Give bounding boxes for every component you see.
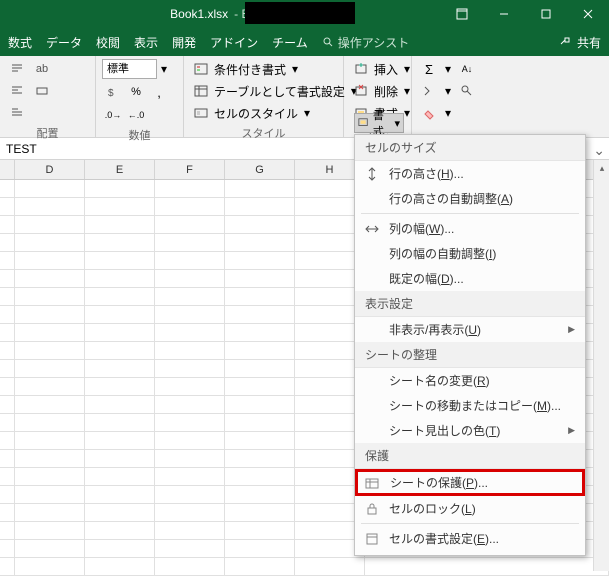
collapse-ribbon-button[interactable]: ⌄	[593, 142, 605, 159]
menu-rename-sheet[interactable]: シート名の変更(R)	[355, 368, 585, 393]
scroll-up-button[interactable]: ▴	[594, 160, 609, 176]
clear-button[interactable]	[418, 103, 440, 123]
align-left-button[interactable]	[6, 81, 28, 101]
menu-header-visibility: 表示設定	[355, 291, 585, 317]
formula-content: TEST	[6, 142, 37, 156]
menu-protect-sheet[interactable]: シートの保護(P)...	[355, 469, 585, 496]
align-group-label: 配置	[6, 123, 89, 142]
sort-button[interactable]: A↓	[456, 59, 478, 79]
menu-default-width[interactable]: 既定の幅(D)...	[355, 266, 585, 291]
menu-row-height[interactable]: 行の高さ(H)...	[355, 161, 585, 186]
format-dropdown-menu: セルのサイズ 行の高さ(H)... 行の高さの自動調整(A) 列の幅(W)...…	[354, 134, 586, 556]
number-format-arrow[interactable]: ▾	[157, 59, 171, 79]
menu-lock-cell[interactable]: セルのロック(L)	[355, 496, 585, 521]
align-top-button[interactable]	[6, 59, 28, 79]
lightbulb-icon	[322, 36, 334, 48]
tab-view[interactable]: 表示	[134, 34, 158, 51]
tab-review[interactable]: 校閲	[96, 34, 120, 51]
minimize-button[interactable]	[483, 0, 525, 28]
tell-me-search[interactable]: 操作アシスト	[322, 34, 410, 51]
cell-styles-button[interactable]: セルのスタイル▾	[190, 103, 361, 123]
file-name: Book1.xlsx	[170, 7, 228, 21]
submenu-arrow-icon: ▶	[568, 425, 575, 436]
ribbon-options-icon[interactable]	[441, 0, 483, 28]
tab-formula[interactable]: 数式	[8, 34, 32, 51]
align-bottom-button[interactable]	[6, 103, 28, 123]
menu-hide-unhide[interactable]: 非表示/再表示(U) ▶	[355, 317, 585, 342]
row-height-icon	[363, 166, 381, 182]
style-group-label: スタイル	[190, 123, 337, 142]
tab-data[interactable]: データ	[46, 34, 82, 51]
format-as-table-button[interactable]: テーブルとして書式設定▾	[190, 81, 361, 101]
table-icon	[194, 84, 210, 98]
share-icon	[559, 36, 573, 48]
decrease-decimal-button[interactable]: ←.0	[125, 105, 147, 125]
number-group-label: 数値	[102, 125, 177, 144]
comma-button[interactable]: ,	[148, 82, 170, 102]
currency-button[interactable]: $	[102, 82, 124, 102]
tab-addin[interactable]: アドイン	[210, 34, 258, 51]
share-button[interactable]: 共有	[559, 34, 601, 51]
title-redacted	[245, 2, 355, 24]
menu-col-width[interactable]: 列の幅(W)...	[355, 216, 585, 241]
col-e[interactable]: E	[85, 160, 155, 179]
menu-move-copy-sheet[interactable]: シートの移動またはコピー(M)...	[355, 393, 585, 418]
number-format-dropdown[interactable]: 標準	[102, 59, 157, 79]
tab-dev[interactable]: 開発	[172, 34, 196, 51]
col-d[interactable]: D	[15, 160, 85, 179]
autosum-button[interactable]: Σ	[418, 59, 440, 79]
col-width-icon	[363, 221, 381, 237]
format-cells-icon	[363, 531, 381, 547]
vertical-scrollbar[interactable]: ▴	[593, 160, 609, 571]
merge-button[interactable]	[31, 81, 53, 101]
fill-button[interactable]	[418, 81, 440, 101]
increase-decimal-button[interactable]: .0→	[102, 105, 124, 125]
delete-cells-button[interactable]: 削除▾	[350, 81, 414, 101]
ribbon: ab 配置 標準 ▾ $ % , .0→ ←.0	[0, 56, 609, 138]
lock-icon	[363, 501, 381, 517]
menu-format-cells[interactable]: セルの書式設定(E)...	[355, 526, 585, 551]
ribbon-tabs: 数式 データ 校閲 表示 開発 アドイン チーム 操作アシスト 共有	[0, 28, 609, 56]
protect-sheet-icon	[364, 475, 382, 491]
menu-header-cellsize: セルのサイズ	[355, 135, 585, 161]
delete-icon	[354, 84, 370, 98]
percent-button[interactable]: %	[125, 82, 147, 102]
col-g[interactable]: G	[225, 160, 295, 179]
format-button-active[interactable]: 書式▾	[354, 113, 404, 133]
menu-row-autofit[interactable]: 行の高さの自動調整(A)	[355, 186, 585, 211]
insert-icon	[354, 62, 370, 76]
title-bar: Book1.xlsx - Excel	[0, 0, 609, 28]
menu-header-organize: シートの整理	[355, 342, 585, 368]
find-button[interactable]	[456, 81, 478, 101]
maximize-button[interactable]	[525, 0, 567, 28]
cell-style-icon	[194, 106, 210, 120]
tab-team[interactable]: チーム	[272, 34, 308, 51]
menu-header-protect: 保護	[355, 443, 585, 469]
close-button[interactable]	[567, 0, 609, 28]
insert-cells-button[interactable]: 挿入▾	[350, 59, 414, 79]
svg-text:$: $	[108, 88, 114, 99]
submenu-arrow-icon: ▶	[568, 324, 575, 335]
menu-col-autofit[interactable]: 列の幅の自動調整(I)	[355, 241, 585, 266]
menu-tab-color[interactable]: シート見出しの色(T) ▶	[355, 418, 585, 443]
cond-format-icon	[194, 62, 210, 76]
col-f[interactable]: F	[155, 160, 225, 179]
format-icon	[358, 116, 370, 130]
conditional-format-button[interactable]: 条件付き書式▾	[190, 59, 361, 79]
wrap-text-button[interactable]: ab	[31, 59, 53, 79]
